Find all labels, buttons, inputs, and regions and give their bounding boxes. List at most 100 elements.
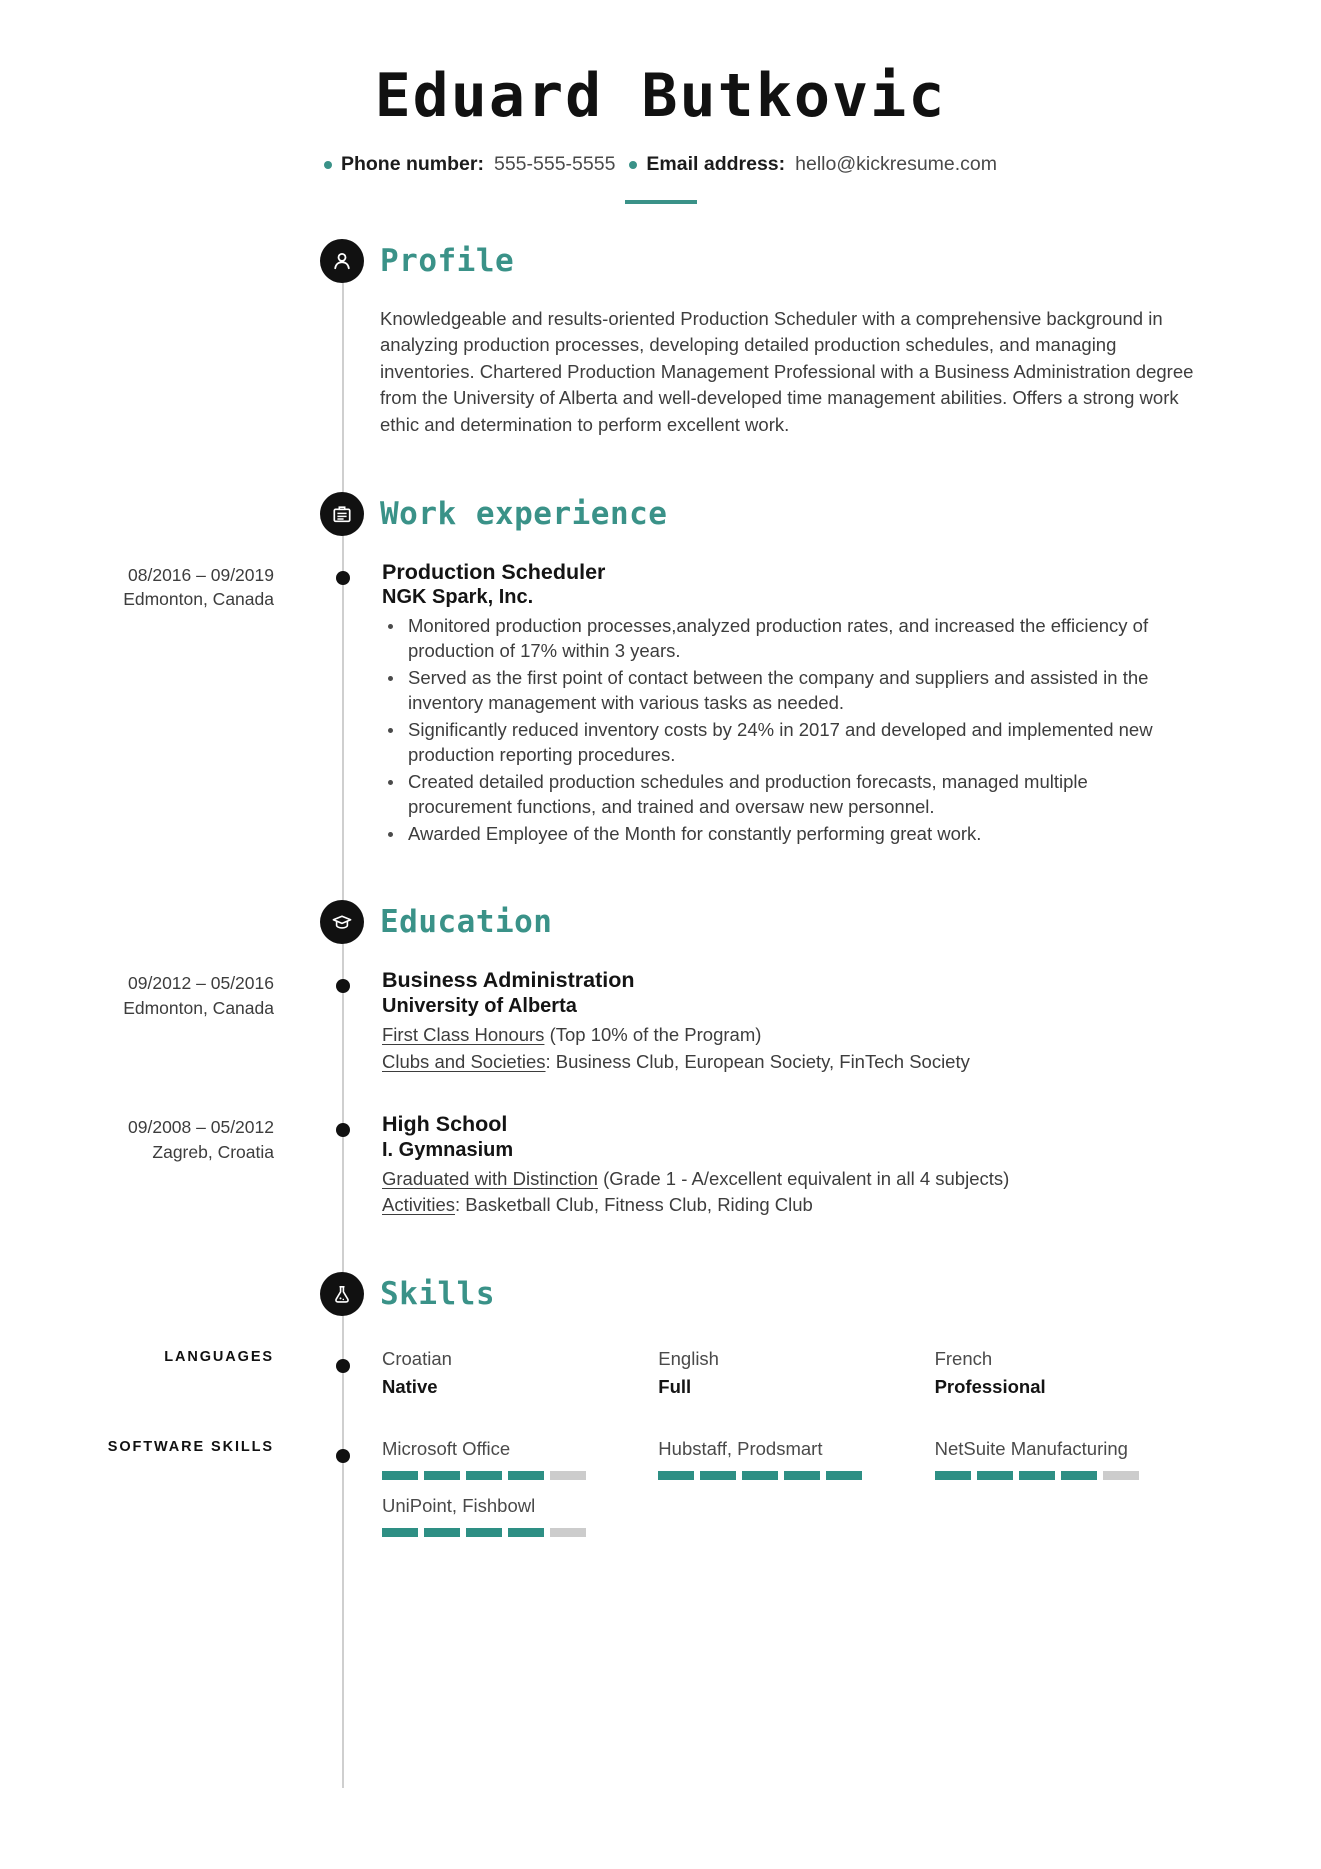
language-item: English Full: [658, 1347, 934, 1399]
rating-segment-filled: [1018, 1471, 1055, 1481]
bullet-dot-icon: [629, 160, 638, 169]
profile-text: Knowledgeable and results-oriented Produ…: [380, 307, 1194, 436]
education-entry-detail-1: Graduated with Distinction (Grade 1 - A/…: [382, 1166, 1191, 1193]
resume-header: Eduard Butkovic Phone number: 555-555-55…: [0, 0, 1321, 204]
language-level: Professional: [934, 1376, 1046, 1398]
education-entry-degree: High School: [382, 1112, 508, 1137]
software-skill-name: Microsoft Office: [382, 1438, 511, 1460]
education-detail-2-rest: : Basketball Club, Fitness Club, Riding …: [455, 1194, 813, 1216]
list-item: Awarded Employee of the Month for consta…: [382, 821, 1191, 847]
section-profile-header: Profile: [0, 232, 1321, 290]
timeline-dot: [336, 1123, 350, 1138]
education-entry-body: Business Administration University of Al…: [382, 967, 1321, 1075]
work-entry-company: NGK Spark, Inc.: [382, 585, 534, 608]
skills-languages-label: LANGUAGES: [164, 1349, 274, 1366]
list-item: Created detailed production schedules an…: [382, 769, 1191, 820]
education-detail-1-rest: (Top 10% of the Program): [544, 1023, 762, 1045]
resume-page: Eduard Butkovic Phone number: 555-555-55…: [0, 0, 1321, 1869]
contact-phone-label: Phone number:: [340, 153, 484, 175]
contact-email-value: hello@kickresume.com: [795, 153, 998, 175]
education-detail-1-rest: (Grade 1 - A/excellent equivalent in all…: [597, 1167, 1010, 1189]
language-level: Full: [658, 1376, 692, 1398]
software-skill-item: UniPoint, Fishbowl: [382, 1494, 658, 1538]
language-name: French: [934, 1348, 993, 1370]
rating-segment-empty: [550, 1528, 586, 1538]
rating-segment-filled: [700, 1471, 737, 1481]
skills-software-label: SOFTWARE SKILLS: [107, 1439, 274, 1456]
rating-segment-filled: [742, 1471, 779, 1481]
section-education-header: Education: [0, 893, 1321, 951]
timeline-dot: [336, 979, 350, 994]
rating-segment-filled: [934, 1471, 971, 1481]
section-skills-header: Skills: [0, 1265, 1321, 1323]
contact-line: Phone number: 555-555-5555 Email address…: [0, 153, 1321, 176]
rating-segment-filled: [826, 1471, 863, 1481]
education-entry-detail-2: Activities: Basketball Club, Fitness Clu…: [382, 1192, 1191, 1219]
rating-segment-filled: [382, 1528, 418, 1538]
section-skills-title: Skills: [380, 1276, 495, 1313]
software-skill-rating: [382, 1471, 626, 1481]
rating-segment-empty: [1102, 1471, 1139, 1481]
rating-segment-filled: [382, 1471, 418, 1481]
language-name: Croatian: [382, 1348, 452, 1370]
education-detail-2-underlined: Activities: [382, 1194, 455, 1216]
education-entry-school: I. Gymnasium: [382, 1138, 514, 1161]
education-entry-location: Zagreb, Croatia: [152, 1142, 274, 1163]
skills-languages-grid: Croatian Native English Full French Prof…: [382, 1347, 1321, 1413]
rating-segment-empty: [550, 1471, 586, 1481]
page-title: Eduard Butkovic: [374, 61, 947, 131]
section-profile-title: Profile: [380, 242, 515, 279]
rating-segment-filled: [466, 1528, 502, 1538]
rating-segment-filled: [508, 1471, 544, 1481]
rating-segment-filled: [508, 1528, 544, 1538]
section-education: Education 09/2012 – 05/2016 Edmonton, Ca…: [0, 893, 1321, 1219]
list-item: Served as the first point of contact bet…: [382, 665, 1191, 716]
education-entry-body: High School I. Gymnasium Graduated with …: [382, 1111, 1321, 1219]
bullet-dot-icon: [323, 160, 332, 169]
software-skill-rating: [934, 1471, 1179, 1481]
graduation-cap-icon: [320, 900, 364, 945]
section-work-experience: Work experience 08/2016 – 09/2019 Edmont…: [0, 485, 1321, 848]
software-skill-item: Microsoft Office: [382, 1437, 658, 1481]
software-skill-rating: [382, 1528, 626, 1538]
language-item: French Professional: [935, 1347, 1211, 1399]
education-detail-2-underlined: Clubs and Societies: [382, 1050, 546, 1072]
education-entry-dates: 09/2008 – 05/2012: [128, 1117, 274, 1138]
work-entry-bullets: Monitored production processes,analyzed …: [382, 613, 1191, 847]
person-icon: [320, 238, 364, 283]
language-name: English: [658, 1348, 719, 1370]
software-skill-name: Hubstaff, Prodsmart: [658, 1438, 823, 1460]
language-item: Croatian Native: [382, 1347, 658, 1399]
software-skill-item: NetSuite Manufacturing: [934, 1437, 1211, 1481]
work-entry: 08/2016 – 09/2019 Edmonton, Canada Produ…: [0, 559, 1321, 848]
briefcase-icon: [320, 491, 364, 536]
contact-phone-value: 555-555-5555: [493, 153, 616, 175]
section-work-title: Work experience: [380, 495, 668, 532]
rating-segment-filled: [1060, 1471, 1097, 1481]
work-entry-meta: 08/2016 – 09/2019 Edmonton, Canada: [0, 559, 302, 848]
rating-segment-filled: [466, 1471, 502, 1481]
section-profile: Profile Knowledgeable and results-orient…: [0, 232, 1321, 439]
education-entry-location: Edmonton, Canada: [123, 998, 274, 1019]
section-skills: Skills LANGUAGES Croatian Native English…: [0, 1265, 1321, 1551]
education-entry-detail-2: Clubs and Societies: Business Club, Euro…: [382, 1049, 1191, 1076]
education-entry: 09/2008 – 05/2012 Zagreb, Croatia High S…: [0, 1111, 1321, 1219]
rating-segment-filled: [976, 1471, 1013, 1481]
timeline-dot: [336, 1449, 350, 1464]
rating-segment-filled: [784, 1471, 821, 1481]
software-skill-name: UniPoint, Fishbowl: [382, 1495, 536, 1517]
education-entry-meta: 09/2008 – 05/2012 Zagreb, Croatia: [0, 1111, 302, 1219]
skills-languages-row: LANGUAGES Croatian Native English Full F…: [0, 1347, 1321, 1413]
contact-phone: Phone number: 555-555-5555: [323, 153, 616, 176]
education-entry-detail-1: First Class Honours (Top 10% of the Prog…: [382, 1022, 1191, 1049]
work-entry-location: Edmonton, Canada: [123, 589, 274, 610]
rating-segment-filled: [424, 1528, 460, 1538]
education-detail-1-underlined: Graduated with Distinction: [382, 1167, 598, 1189]
education-detail-1-underlined: First Class Honours: [382, 1023, 545, 1045]
work-entry-dates: 08/2016 – 09/2019: [128, 564, 274, 585]
skills-software-row: SOFTWARE SKILLS Microsoft Office Hubstaf…: [0, 1437, 1321, 1551]
flask-icon: [320, 1272, 364, 1317]
education-detail-2-rest: : Business Club, European Society, FinTe…: [545, 1050, 970, 1072]
education-entry-school: University of Alberta: [382, 994, 577, 1017]
contact-email-label: Email address:: [646, 153, 786, 175]
